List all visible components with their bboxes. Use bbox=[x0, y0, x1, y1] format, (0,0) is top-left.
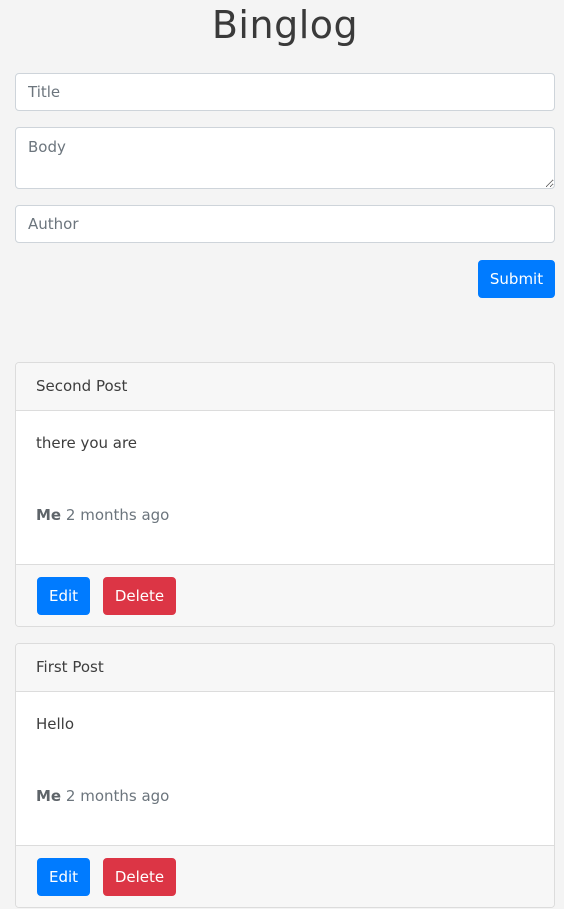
author-input[interactable] bbox=[15, 205, 555, 243]
post-content: Hello Me 2 months ago bbox=[16, 692, 554, 845]
delete-button[interactable]: Delete bbox=[103, 577, 176, 615]
post-body: there you are bbox=[36, 434, 138, 452]
title-input[interactable] bbox=[15, 73, 555, 111]
body-textarea[interactable] bbox=[15, 127, 555, 189]
post-actions: Edit Delete bbox=[16, 564, 554, 626]
post-actions: Edit Delete bbox=[16, 845, 554, 907]
post-title: Second Post bbox=[16, 363, 554, 411]
post-title: First Post bbox=[16, 644, 554, 692]
post-card: Second Post there you are Me 2 months ag… bbox=[15, 362, 555, 627]
submit-row: Submit bbox=[15, 260, 555, 298]
edit-button[interactable]: Edit bbox=[37, 577, 90, 615]
post-time: 2 months ago bbox=[65, 787, 170, 805]
delete-button[interactable]: Delete bbox=[103, 858, 176, 896]
post-list: Second Post there you are Me 2 months ag… bbox=[15, 362, 555, 908]
post-author: Me bbox=[36, 787, 62, 805]
post-author: Me bbox=[36, 506, 62, 524]
post-time: 2 months ago bbox=[65, 506, 170, 524]
submit-button[interactable]: Submit bbox=[478, 260, 555, 298]
app-container: Binglog Submit Second Post there you are… bbox=[0, 0, 564, 908]
new-post-form: Submit bbox=[15, 73, 555, 298]
page-title: Binglog bbox=[211, 3, 359, 47]
post-body: Hello bbox=[36, 715, 75, 733]
post-content: there you are Me 2 months ago bbox=[16, 411, 554, 564]
post-meta: Me 2 months ago bbox=[36, 505, 169, 525]
post-meta: Me 2 months ago bbox=[36, 786, 169, 806]
post-card: First Post Hello Me 2 months ago Edit Del… bbox=[15, 643, 555, 908]
edit-button[interactable]: Edit bbox=[37, 858, 90, 896]
